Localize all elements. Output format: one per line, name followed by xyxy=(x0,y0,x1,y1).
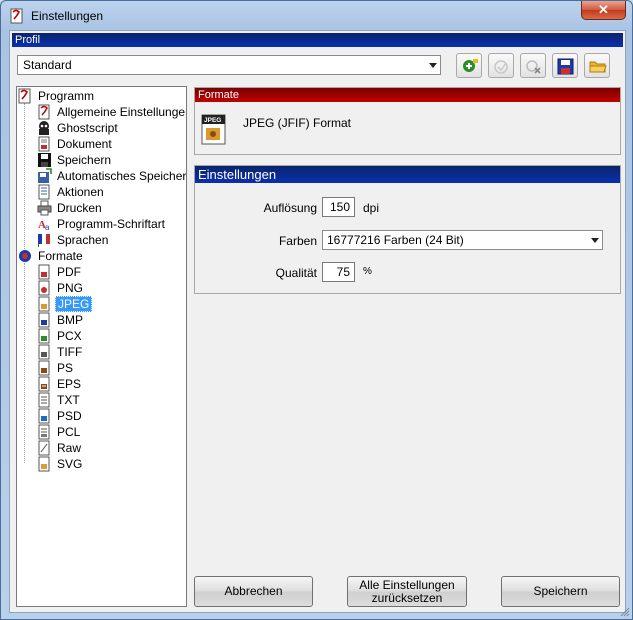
speichern-button[interactable]: Speichern xyxy=(501,576,620,607)
formate-icon xyxy=(19,250,31,262)
tree-connector xyxy=(24,103,25,253)
chevron-down-icon xyxy=(429,63,437,68)
profil-header: Profil xyxy=(12,33,623,47)
ghostscript-icon xyxy=(39,121,49,135)
app-icon xyxy=(10,8,23,24)
svg-file-icon xyxy=(38,456,50,472)
einstellungen-panel: Einstellungen Auflösung 150 dpi Farben 1… xyxy=(194,165,621,294)
tree-connector xyxy=(24,263,25,463)
pcx-file-icon xyxy=(38,328,50,344)
add-profile-icon xyxy=(463,59,478,72)
settings-tree[interactable]: Programm Allgemeine Einstellungen Ghosts… xyxy=(16,86,187,607)
txt-file-icon xyxy=(38,392,50,408)
save-disk-icon xyxy=(38,153,51,167)
profil-dropdown[interactable]: Standard xyxy=(17,55,441,75)
abbrechen-label: Abbrechen xyxy=(224,584,283,598)
formate-panel: Formate JPEG JPEG (JFIF) Format xyxy=(194,87,621,155)
language-flag-icon xyxy=(38,234,50,247)
farben-value: 16777216 Farben (24 Bit) xyxy=(327,233,464,247)
programm-icon xyxy=(18,88,31,104)
eps-file-icon xyxy=(38,376,50,392)
tiff-file-icon xyxy=(38,344,50,360)
autosave-icon xyxy=(38,168,52,183)
raw-file-icon xyxy=(38,440,50,456)
open-folder-icon xyxy=(589,61,607,73)
qualitaet-label: Qualität xyxy=(275,266,317,280)
reset-all-button[interactable]: Alle Einstellungen zurücksetzen xyxy=(347,576,467,607)
speichern-label: Speichern xyxy=(533,584,588,598)
add-profile-button[interactable] xyxy=(456,53,482,78)
profil-selected-value: Standard xyxy=(23,58,72,72)
abbrechen-button[interactable]: Abbrechen xyxy=(194,576,313,607)
resize-grip-icon[interactable] xyxy=(620,607,630,617)
jpeg-format-icon: JPEG xyxy=(201,114,226,145)
rename-profile-button[interactable] xyxy=(488,53,514,78)
save-profile-icon xyxy=(557,58,574,75)
svg-text:a: a xyxy=(45,223,50,232)
open-profile-button[interactable] xyxy=(584,53,610,78)
dialog-body: Profil Standard Programm Allgemeine Eins… xyxy=(9,30,626,613)
qualitaet-unit: % xyxy=(363,266,372,277)
aufloesung-unit: dpi xyxy=(363,201,380,215)
close-button[interactable]: ✕ xyxy=(581,1,626,20)
formate-header: Formate xyxy=(195,88,620,102)
rename-profile-icon xyxy=(494,60,508,74)
format-name: JPEG (JFIF) Format xyxy=(243,116,351,130)
aufloesung-label: Auflösung xyxy=(263,201,317,215)
font-icon: Aa xyxy=(38,219,50,232)
jpeg-file-icon xyxy=(38,296,50,312)
png-file-icon xyxy=(38,280,50,296)
settings-window: Einstellungen ✕ Profil Standard Programm… xyxy=(0,0,633,620)
svg-text:JPEG: JPEG xyxy=(204,117,221,124)
general-settings-icon xyxy=(38,104,50,120)
psd-file-icon xyxy=(38,408,50,424)
bmp-file-icon xyxy=(38,312,50,328)
delete-profile-icon xyxy=(526,60,541,74)
einstellungen-header: Einstellungen xyxy=(195,166,620,183)
chevron-down-icon xyxy=(591,238,599,243)
farben-label: Farben xyxy=(278,234,317,248)
close-icon: ✕ xyxy=(598,2,609,17)
title-bar[interactable]: Einstellungen ✕ xyxy=(1,1,632,31)
ps-file-icon xyxy=(38,360,50,376)
actions-icon xyxy=(38,184,50,200)
save-profile-button[interactable] xyxy=(552,53,578,78)
pdf-file-icon xyxy=(38,264,50,280)
pcl-file-icon xyxy=(38,424,50,440)
delete-profile-button[interactable] xyxy=(520,53,546,78)
window-title: Einstellungen xyxy=(31,9,104,23)
farben-dropdown[interactable]: 16777216 Farben (24 Bit) xyxy=(322,230,603,250)
aufloesung-input[interactable]: 150 xyxy=(322,197,355,217)
reset-label-line2: zurücksetzen xyxy=(371,591,443,605)
qualitaet-input[interactable]: 75 xyxy=(322,262,355,282)
document-icon xyxy=(38,136,50,152)
printer-icon xyxy=(37,200,52,216)
